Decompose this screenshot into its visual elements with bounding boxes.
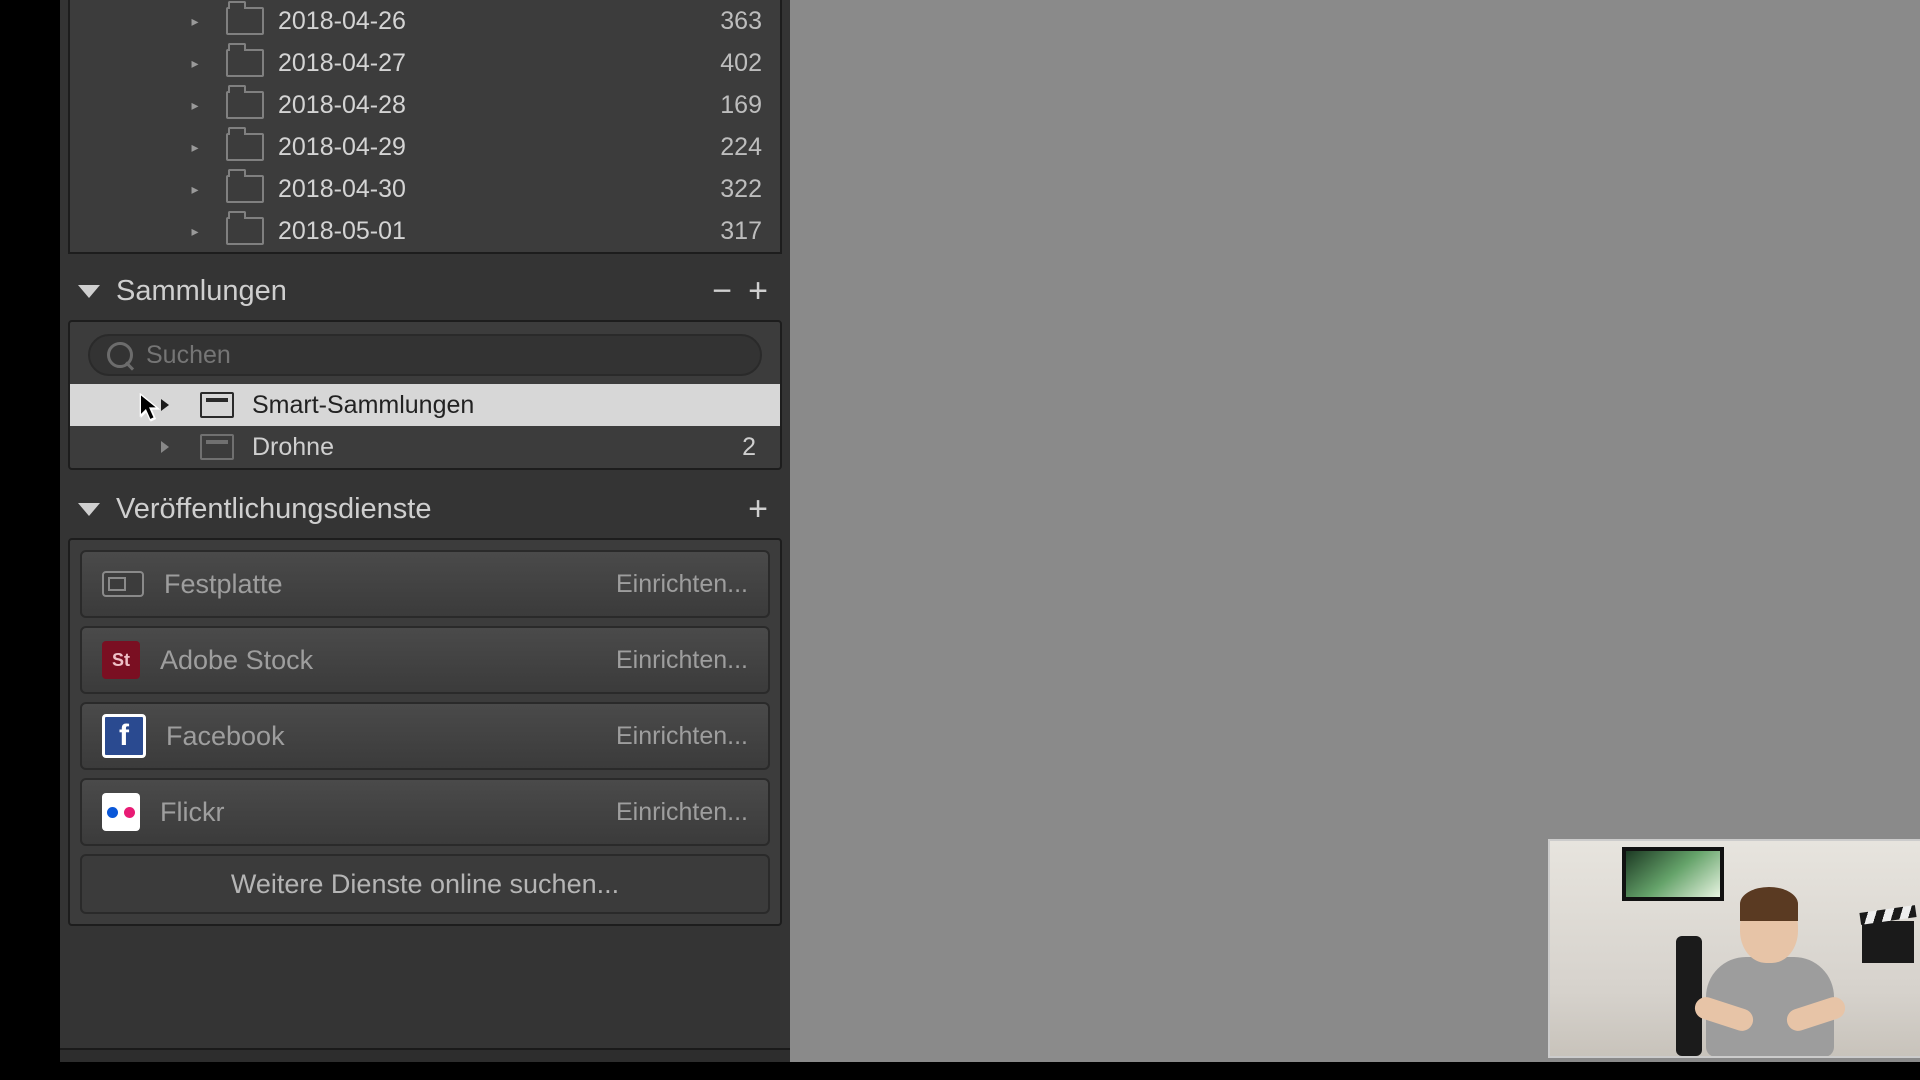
left-edge-strip: [0, 0, 60, 1080]
service-name: Facebook: [166, 721, 616, 752]
panel-bottom-bar: [60, 1048, 790, 1062]
disclosure-icon[interactable]: ▸: [70, 55, 218, 72]
disclosure-icon[interactable]: ▸: [70, 97, 218, 114]
folder-name: 2018-04-30: [278, 175, 702, 204]
collections-search-input[interactable]: [88, 334, 762, 376]
folder-icon: [226, 7, 264, 35]
folder-icon: [226, 217, 264, 245]
disclosure-icon[interactable]: ▸: [70, 223, 218, 240]
folder-name: 2018-04-28: [278, 91, 702, 120]
disclosure-icon[interactable]: [70, 441, 200, 453]
folder-count: 169: [702, 91, 762, 120]
folder-list: ▸ 2018-04-26363 ▸ 2018-04-27402 ▸ 2018-04-281…: [68, 0, 782, 254]
collection-set-icon: [200, 392, 234, 418]
folder-name: 2018-04-26: [278, 7, 702, 36]
collections-box: Smart-Sammlungen Drohne2: [68, 320, 782, 470]
service-setup-link[interactable]: Einrichten...: [616, 798, 748, 827]
collapse-triangle-icon[interactable]: [78, 503, 100, 516]
folder-count: 322: [702, 175, 762, 204]
publish-service-stock[interactable]: St Adobe StockEinrichten...: [80, 626, 770, 694]
folder-row[interactable]: ▸ 2018-04-26363: [70, 0, 780, 42]
webcam-overlay: [1550, 841, 1920, 1056]
folder-icon: [226, 175, 264, 203]
collection-set-icon: [200, 434, 234, 460]
publish-service-fb[interactable]: f FacebookEinrichten...: [80, 702, 770, 770]
folder-count: 317: [702, 217, 762, 246]
publish-services-box: FestplatteEinrichten...StAdobe StockEinr…: [68, 538, 782, 926]
collections-plus-button[interactable]: +: [740, 274, 776, 308]
facebook-icon: f: [102, 714, 146, 758]
disclosure-icon[interactable]: ▸: [70, 139, 218, 156]
folder-row[interactable]: ▸ 2018-04-28169: [70, 84, 780, 126]
collection-name: Drohne: [252, 433, 716, 462]
folder-name: 2018-05-01: [278, 217, 702, 246]
service-setup-link[interactable]: Einrichten...: [616, 722, 748, 751]
adobe-stock-icon: St: [102, 641, 140, 679]
publish-header[interactable]: Veröffentlichungsdienste +: [60, 476, 790, 538]
folder-row[interactable]: ▸ 2018-04-27402: [70, 42, 780, 84]
service-name: Adobe Stock: [160, 645, 616, 676]
collections-title: Sammlungen: [116, 275, 704, 308]
folder-name: 2018-04-29: [278, 133, 702, 162]
folder-icon: [226, 49, 264, 77]
service-setup-link[interactable]: Einrichten...: [616, 570, 748, 599]
collection-name: Smart-Sammlungen: [252, 391, 716, 420]
collection-row[interactable]: Smart-Sammlungen: [70, 384, 780, 426]
folder-count: 224: [702, 133, 762, 162]
disclosure-icon[interactable]: ▸: [70, 181, 218, 198]
service-name: Flickr: [160, 797, 616, 828]
publish-service-hd[interactable]: FestplatteEinrichten...: [80, 550, 770, 618]
collections-header[interactable]: Sammlungen − +: [60, 258, 790, 320]
left-panel: ▸ 2018-04-26363 ▸ 2018-04-27402 ▸ 2018-04-281…: [60, 0, 790, 1080]
folder-name: 2018-04-27: [278, 49, 702, 78]
service-name: Festplatte: [164, 569, 616, 600]
harddrive-icon: [102, 571, 144, 597]
folder-count: 402: [702, 49, 762, 78]
publish-plus-button[interactable]: +: [740, 492, 776, 526]
publish-title: Veröffentlichungsdienste: [116, 493, 740, 526]
collections-search-wrap: [88, 334, 762, 376]
find-more-services-button[interactable]: Weitere Dienste online suchen...: [80, 854, 770, 914]
service-setup-link[interactable]: Einrichten...: [616, 646, 748, 675]
collection-row[interactable]: Drohne2: [70, 426, 780, 468]
folder-count: 363: [702, 7, 762, 36]
collection-count: 2: [716, 433, 756, 462]
folder-icon: [226, 133, 264, 161]
folder-row[interactable]: ▸ 2018-04-30322: [70, 168, 780, 210]
folder-row[interactable]: ▸ 2018-04-29224: [70, 126, 780, 168]
collapse-triangle-icon[interactable]: [78, 285, 100, 298]
publish-service-flickr[interactable]: FlickrEinrichten...: [80, 778, 770, 846]
folder-icon: [226, 91, 264, 119]
collections-minus-button[interactable]: −: [704, 274, 740, 308]
disclosure-icon[interactable]: [70, 399, 200, 411]
disclosure-icon[interactable]: ▸: [70, 13, 218, 30]
flickr-icon: [102, 793, 140, 831]
bottom-black-strip: [0, 1062, 1920, 1080]
folder-row[interactable]: ▸ 2018-05-01317: [70, 210, 780, 252]
search-icon: [107, 342, 133, 368]
